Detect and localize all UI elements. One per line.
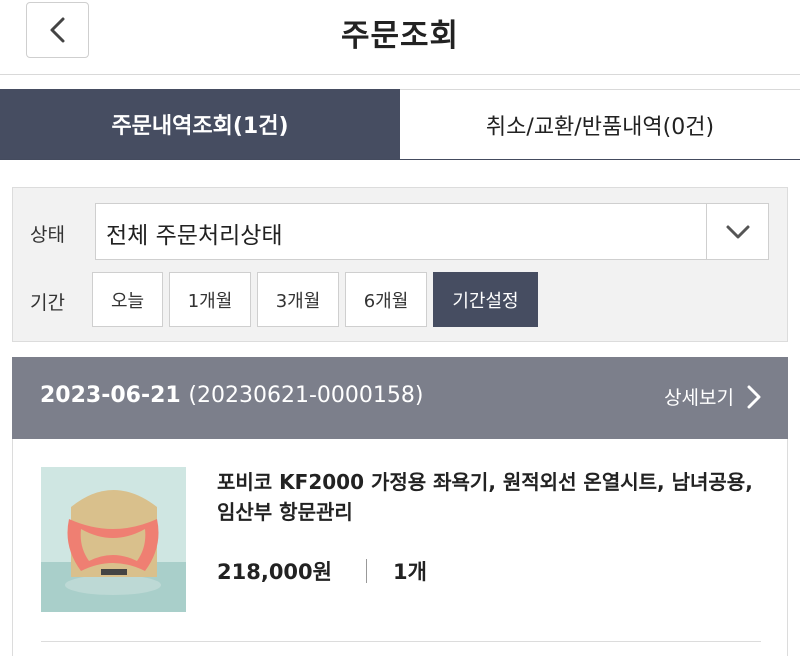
period-today-button[interactable]: 오늘	[92, 272, 163, 327]
period-3month-button[interactable]: 3개월	[257, 272, 339, 327]
product-name[interactable]: 포비코 KF2000 가정용 좌욕기, 원적외선 온열시트, 남녀공용, 임산부…	[217, 467, 777, 527]
order-filter: 상태 전체 주문처리상태 기간 오늘 1개월 3개월 6개월 기간설정	[12, 187, 788, 342]
order-detail-label: 상세보기	[664, 387, 734, 409]
product-image-icon	[41, 467, 186, 612]
order-item: 포비코 KF2000 가정용 좌욕기, 원적외선 온열시트, 남녀공용, 임산부…	[12, 439, 788, 656]
status-dropdown-toggle[interactable]	[706, 204, 768, 259]
order-tabs: 주문내역조회(1건) 취소/교환/반품내역(0건)	[0, 89, 800, 160]
chevron-down-icon	[726, 225, 749, 238]
product-quantity: 1개	[392, 560, 427, 584]
period-1month-button[interactable]: 1개월	[169, 272, 251, 327]
status-label: 상태	[30, 224, 65, 246]
order-detail-link[interactable]: 상세보기	[664, 383, 762, 410]
period-custom-button[interactable]: 기간설정	[433, 272, 538, 327]
price-separator	[365, 559, 367, 583]
app-header: 주문조회	[0, 0, 800, 75]
order-number: (20230621-0000158)	[188, 383, 424, 408]
price-row: 218,000원 1개	[217, 556, 427, 586]
order-header: 2023-06-21 (20230621-0000158) 상세보기	[12, 357, 788, 439]
product-thumbnail[interactable]	[41, 467, 186, 612]
order-date: 2023-06-21	[40, 383, 181, 408]
tab-cancel-exchange-return[interactable]: 취소/교환/반품내역(0건)	[400, 89, 800, 159]
item-divider	[41, 641, 761, 642]
tab-order-history[interactable]: 주문내역조회(1건)	[0, 89, 400, 159]
period-6month-button[interactable]: 6개월	[345, 272, 427, 327]
period-button-group: 오늘 1개월 3개월 6개월 기간설정	[92, 272, 544, 327]
chevron-right-icon	[747, 385, 761, 408]
status-select-value: 전체 주문처리상태	[106, 223, 283, 249]
status-select[interactable]: 전체 주문처리상태	[95, 203, 769, 260]
product-price: 218,000원	[217, 560, 332, 584]
page-title: 주문조회	[340, 18, 460, 54]
order-date-line: 2023-06-21 (20230621-0000158)	[40, 383, 423, 408]
period-label: 기간	[30, 292, 65, 314]
